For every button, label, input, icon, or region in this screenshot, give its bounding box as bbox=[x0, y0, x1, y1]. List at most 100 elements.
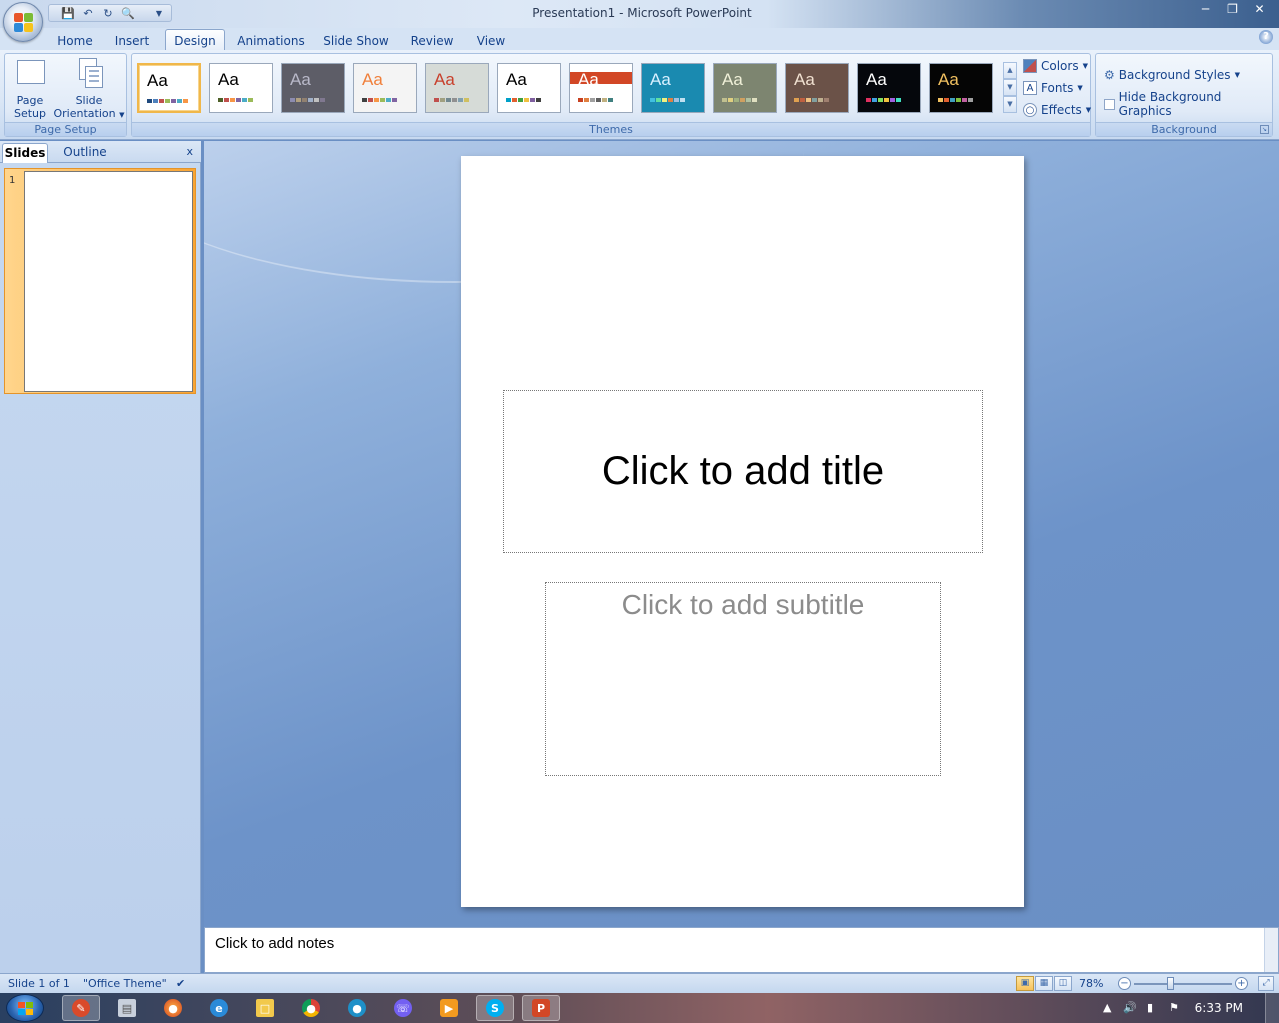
zoom-slider-thumb[interactable] bbox=[1167, 977, 1174, 990]
theme-thumbnail-8[interactable]: Aa bbox=[641, 63, 705, 113]
color-swatch bbox=[183, 99, 188, 103]
normal-view-icon[interactable]: ▣ bbox=[1016, 976, 1034, 991]
theme-color-swatches bbox=[434, 98, 469, 102]
hide-background-checkbox[interactable] bbox=[1104, 98, 1115, 110]
chevron-down-icon: ▼ bbox=[1082, 62, 1088, 70]
theme-thumbnail-9[interactable]: Aa bbox=[713, 63, 777, 113]
zoom-out-icon[interactable]: − bbox=[1118, 977, 1131, 990]
theme-thumbnail-6[interactable]: Aa bbox=[497, 63, 561, 113]
zoom-slider[interactable] bbox=[1134, 983, 1232, 985]
theme-thumbnail-2[interactable]: Aa bbox=[209, 63, 273, 113]
tab-home[interactable]: Home bbox=[52, 32, 98, 50]
colors-icon bbox=[1023, 59, 1037, 73]
tab-insert[interactable]: Insert bbox=[110, 32, 154, 50]
taskbar-messenger-icon[interactable]: ● bbox=[338, 995, 376, 1021]
color-swatch bbox=[165, 99, 170, 103]
colors-button[interactable]: Colors ▼ bbox=[1023, 57, 1088, 75]
color-swatch bbox=[878, 98, 883, 102]
color-swatch bbox=[236, 98, 241, 102]
office-button[interactable] bbox=[3, 2, 43, 42]
show-hidden-icons-icon[interactable]: ▲ bbox=[1103, 1001, 1111, 1014]
taskbar-document-icon[interactable]: ▤ bbox=[108, 995, 146, 1021]
effects-icon: ○ bbox=[1023, 103, 1037, 117]
theme-thumbnail-1[interactable]: Aa bbox=[137, 63, 201, 113]
color-swatch bbox=[530, 98, 535, 102]
taskbar-firefox-icon[interactable]: ● bbox=[154, 995, 192, 1021]
fonts-button[interactable]: A Fonts ▼ bbox=[1023, 79, 1083, 97]
slide-thumbnail[interactable] bbox=[24, 171, 193, 392]
tab-outline[interactable]: Outline bbox=[58, 143, 112, 163]
tab-review[interactable]: Review bbox=[406, 32, 458, 50]
color-swatch bbox=[956, 98, 961, 102]
theme-color-swatches bbox=[722, 98, 757, 102]
slide-show-icon[interactable]: ◫ bbox=[1054, 976, 1072, 991]
taskbar-chrome-icon[interactable]: ● bbox=[292, 995, 330, 1021]
restore-icon[interactable]: ❐ bbox=[1219, 0, 1246, 18]
network-icon[interactable]: ▮ bbox=[1147, 1001, 1153, 1014]
title-placeholder[interactable]: Click to add title bbox=[503, 390, 983, 553]
background-styles-label: Background Styles bbox=[1118, 68, 1231, 82]
minimize-icon[interactable]: ─ bbox=[1192, 0, 1219, 18]
tab-animations[interactable]: Animations bbox=[236, 32, 306, 50]
subtitle-placeholder[interactable]: Click to add subtitle bbox=[545, 582, 941, 776]
theme-thumbnail-5[interactable]: Aa bbox=[425, 63, 489, 113]
slide-thumbnail-selected[interactable]: 1 bbox=[4, 168, 196, 394]
tab-view[interactable]: View bbox=[470, 32, 512, 50]
slide-canvas[interactable]: Click to add title Click to add subtitle bbox=[461, 156, 1024, 907]
notes-placeholder[interactable]: Click to add notes bbox=[215, 935, 334, 952]
theme-thumbnail-12[interactable]: Aa bbox=[929, 63, 993, 113]
notes-scrollbar[interactable] bbox=[1264, 928, 1278, 972]
hide-background-graphics[interactable]: Hide Background Graphics bbox=[1104, 90, 1272, 118]
theme-thumbnail-7[interactable]: Aa bbox=[569, 63, 633, 113]
volume-icon[interactable]: 🔊 bbox=[1123, 1001, 1137, 1014]
system-tray: ▲ 🔊 ▮ ⚑ 6:33 PM bbox=[1089, 993, 1279, 1023]
tab-slides[interactable]: Slides bbox=[2, 143, 48, 163]
taskbar-viber-icon[interactable]: ☏ bbox=[384, 995, 422, 1021]
gallery-up-icon[interactable]: ▲ bbox=[1003, 62, 1017, 79]
color-swatch bbox=[518, 98, 523, 102]
close-icon[interactable]: ✕ bbox=[1246, 0, 1273, 18]
chevron-down-icon: ▼ bbox=[1234, 71, 1240, 79]
taskbar-powerpoint-icon[interactable]: P bbox=[522, 995, 560, 1021]
slide-count: Slide 1 of 1 bbox=[8, 977, 70, 990]
close-icon[interactable]: x bbox=[186, 145, 193, 158]
gallery-down-icon[interactable]: ▼ bbox=[1003, 79, 1017, 96]
zoom-in-icon[interactable]: + bbox=[1235, 977, 1248, 990]
effects-button[interactable]: ○ Effects ▼ bbox=[1023, 101, 1091, 119]
color-swatch bbox=[314, 98, 319, 102]
gallery-more-icon[interactable]: ▼ bbox=[1003, 96, 1017, 113]
color-swatch bbox=[242, 98, 247, 102]
action-center-flag-icon[interactable]: ⚑ bbox=[1169, 1001, 1179, 1014]
theme-thumbnail-3[interactable]: Aa bbox=[281, 63, 345, 113]
notes-pane[interactable]: Click to add notes bbox=[204, 927, 1279, 973]
tab-slide-show[interactable]: Slide Show bbox=[320, 32, 392, 50]
spell-check-icon[interactable]: ✔ bbox=[176, 977, 185, 990]
background-styles-button[interactable]: ⚙ Background Styles ▼ bbox=[1104, 66, 1240, 84]
ribbon-tabs: Home Insert Design Animations Slide Show… bbox=[0, 28, 1279, 50]
theme-thumbnail-11[interactable]: Aa bbox=[857, 63, 921, 113]
slide-orientation-button[interactable]: Slide Orientation ▼ bbox=[51, 58, 127, 122]
page-setup-button[interactable]: Page Setup bbox=[9, 58, 51, 120]
taskbar-folder-icon[interactable]: □ bbox=[246, 995, 284, 1021]
taskbar-clock[interactable]: 6:33 PM bbox=[1195, 1001, 1243, 1015]
dialog-launcher-icon[interactable]: ↘ bbox=[1260, 125, 1269, 134]
taskbar-paint-icon[interactable]: ✎ bbox=[62, 995, 100, 1021]
help-icon[interactable]: ? bbox=[1259, 30, 1273, 44]
zoom-level[interactable]: 78% bbox=[1079, 977, 1103, 990]
taskbar-media-player-icon[interactable]: ▶ bbox=[430, 995, 468, 1021]
slide-sorter-icon[interactable]: ▦ bbox=[1035, 976, 1053, 991]
taskbar-skype-icon[interactable]: S bbox=[476, 995, 514, 1021]
fit-to-window-icon[interactable]: ⤢ bbox=[1258, 976, 1274, 991]
taskbar-ie-icon[interactable]: e bbox=[200, 995, 238, 1021]
paint-bucket-icon: ⚙ bbox=[1104, 68, 1115, 82]
theme-thumbnail-10[interactable]: Aa bbox=[785, 63, 849, 113]
theme-thumbnail-4[interactable]: Aa bbox=[353, 63, 417, 113]
tab-design[interactable]: Design bbox=[165, 29, 225, 50]
theme-sample-text: Aa bbox=[938, 70, 959, 89]
theme-color-swatches bbox=[362, 98, 397, 102]
chevron-down-icon: ▼ bbox=[1085, 106, 1092, 114]
show-desktop-button[interactable] bbox=[1265, 993, 1279, 1023]
ribbon: Page Setup Slide Orientation ▼ Page Setu… bbox=[0, 50, 1279, 140]
theme-sample-text: Aa bbox=[290, 70, 311, 89]
start-button[interactable] bbox=[6, 994, 44, 1022]
